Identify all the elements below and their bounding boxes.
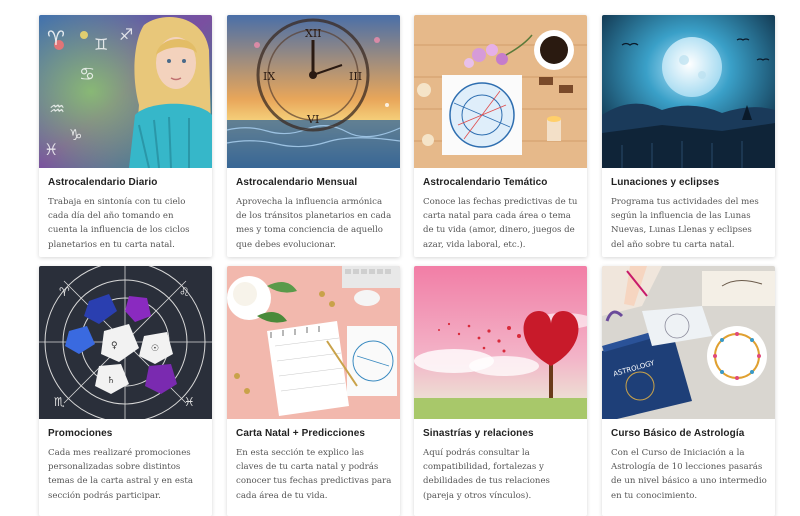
svg-text:♊: ♊ bbox=[94, 35, 108, 54]
svg-text:♌: ♌ bbox=[179, 285, 190, 299]
card-description: Cada mes realizaré promociones personali… bbox=[48, 448, 193, 501]
card-astrocalendario-tematico[interactable]: Astrocalendario Temático Conoce las fech… bbox=[414, 15, 587, 257]
card-title[interactable]: Astrocalendario Mensual bbox=[236, 177, 392, 188]
svg-text:♋: ♋ bbox=[79, 64, 95, 85]
svg-text:♓: ♓ bbox=[44, 140, 58, 159]
svg-text:VI: VI bbox=[306, 113, 319, 126]
svg-text:♈: ♈ bbox=[59, 285, 70, 299]
card-description: Aquí podrás consultar la compatibilidad,… bbox=[423, 448, 550, 501]
card-title[interactable]: Sinastrías y relaciones bbox=[423, 428, 579, 439]
birth-chart-desk-image[interactable] bbox=[414, 15, 587, 168]
svg-text:♑: ♑ bbox=[69, 126, 82, 144]
clock-sea-image[interactable]: XII III VI IX bbox=[227, 15, 400, 168]
svg-text:♓: ♓ bbox=[184, 395, 195, 409]
card-promociones[interactable]: ♈ ♌ ♏ ♓ ♀ ☉ ♄ Promociones Cada mes reali… bbox=[39, 266, 212, 516]
svg-text:☉: ☉ bbox=[151, 344, 159, 354]
card-astrocalendario-mensual[interactable]: XII III VI IX Astrocalendario Mensual Ap… bbox=[227, 15, 400, 257]
moon-night-image[interactable] bbox=[602, 15, 775, 168]
woman-zodiac-image[interactable]: ♈ ♋ ♒ ♊ ♓ ♑ ♐ bbox=[39, 15, 212, 168]
svg-text:♐: ♐ bbox=[119, 25, 133, 44]
card-description: Programa tus actividades del mes según l… bbox=[611, 197, 759, 250]
card-title[interactable]: Astrocalendario Diario bbox=[48, 177, 204, 188]
card-title[interactable]: Carta Natal + Predicciones bbox=[236, 428, 392, 439]
card-curso-basico-astrologia[interactable]: ASTROLOGY Curso Básico de Astrología Con… bbox=[602, 266, 775, 516]
card-carta-natal-predicciones[interactable]: Carta Natal + Predicciones En esta secci… bbox=[227, 266, 400, 516]
card-astrocalendario-diario[interactable]: ♈ ♋ ♒ ♊ ♓ ♑ ♐ Astrocalendario Diario Tra… bbox=[39, 15, 212, 257]
svg-text:♈: ♈ bbox=[47, 26, 65, 50]
card-title[interactable]: Promociones bbox=[48, 428, 204, 439]
astrology-book-image[interactable]: ASTROLOGY bbox=[602, 266, 775, 419]
heart-tree-image[interactable] bbox=[414, 266, 587, 419]
card-title[interactable]: Curso Básico de Astrología bbox=[611, 428, 767, 439]
svg-text:XII: XII bbox=[305, 27, 322, 40]
card-title[interactable]: Astrocalendario Temático bbox=[423, 177, 579, 188]
svg-text:♒: ♒ bbox=[49, 99, 65, 120]
card-description: Conoce las fechas predictivas de tu cart… bbox=[423, 197, 578, 250]
card-lunaciones-eclipses[interactable]: Lunaciones y eclipses Programa tus activ… bbox=[602, 15, 775, 257]
svg-text:♀: ♀ bbox=[111, 341, 118, 351]
card-description: Aprovecha la influencia armónica de los … bbox=[236, 197, 392, 250]
astro-dice-image[interactable]: ♈ ♌ ♏ ♓ ♀ ☉ ♄ bbox=[39, 266, 212, 419]
svg-text:♏: ♏ bbox=[54, 395, 65, 409]
svg-text:IX: IX bbox=[263, 70, 275, 83]
svg-text:III: III bbox=[349, 70, 362, 83]
card-description: Con el Curso de Iniciación a la Astrolog… bbox=[611, 448, 767, 501]
card-title[interactable]: Lunaciones y eclipses bbox=[611, 177, 767, 188]
card-sinastrias-relaciones[interactable]: Sinastrías y relaciones Aquí podrás cons… bbox=[414, 266, 587, 516]
card-description: Trabaja en sintonía con tu cielo cada dí… bbox=[48, 197, 190, 250]
card-description: En esta sección te explico las claves de… bbox=[236, 448, 392, 501]
notebook-flowers-image[interactable] bbox=[227, 266, 400, 419]
svg-text:♄: ♄ bbox=[107, 376, 115, 386]
